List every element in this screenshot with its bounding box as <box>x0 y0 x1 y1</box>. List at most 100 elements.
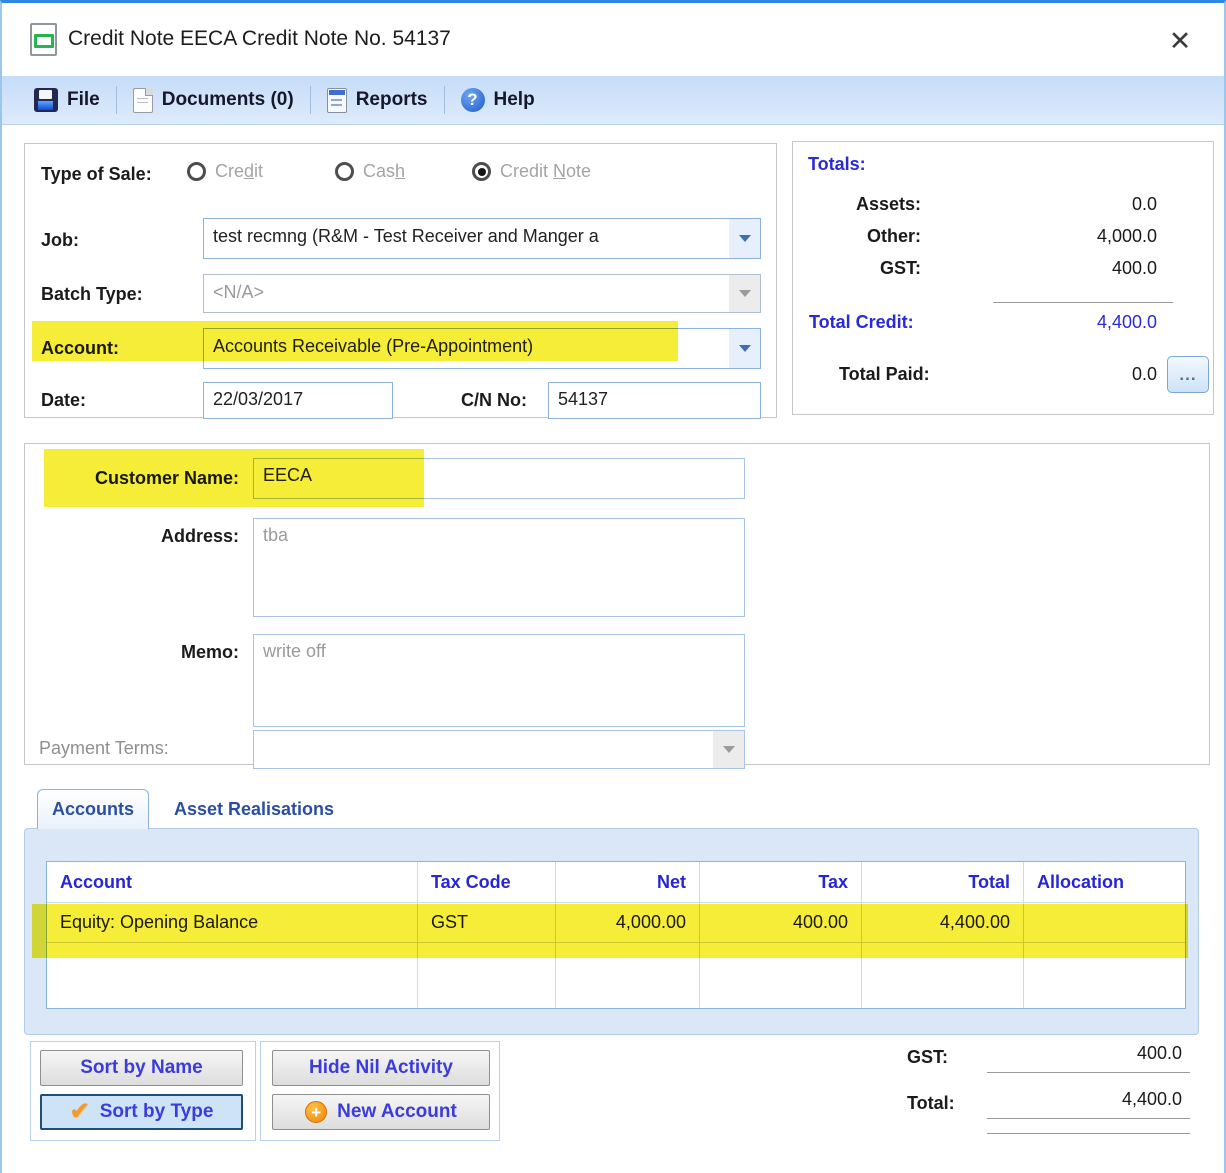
radio-cash[interactable]: Cash <box>335 161 405 182</box>
file-menu[interactable]: File <box>22 88 112 112</box>
memo-field[interactable]: write off <box>253 634 745 727</box>
hide-nil-activity-button[interactable]: Hide Nil Activity <box>272 1050 490 1086</box>
gst-total-label: GST: <box>880 258 921 279</box>
column-header-tax[interactable]: Tax <box>700 862 862 902</box>
documents-menu-label: Documents (0) <box>162 89 294 111</box>
type-of-sale-label: Type of Sale: <box>41 164 152 185</box>
file-menu-label: File <box>67 89 100 111</box>
column-header-account[interactable]: Account <box>47 862 418 902</box>
payment-terms-value <box>254 731 713 768</box>
account-value: Accounts Receivable (Pre-Appointment) <box>204 329 729 368</box>
table-header-row: Account Tax Code Net Tax Total Allocatio… <box>47 862 1185 903</box>
chevron-down-icon[interactable] <box>729 329 760 368</box>
cell-allocation <box>1024 903 1185 942</box>
totals-panel: Totals: Assets: 0.0 Other: 4,000.0 GST: … <box>792 141 1214 415</box>
tab-accounts[interactable]: Accounts <box>37 789 149 829</box>
assets-label: Assets: <box>856 194 921 215</box>
sort-by-name-button[interactable]: Sort by Name <box>40 1050 243 1086</box>
radio-circle-icon <box>187 162 206 181</box>
batch-type-value: <N/A> <box>204 275 729 312</box>
sort-by-type-button[interactable]: ✔ Sort by Type <box>40 1094 243 1130</box>
chevron-down-icon <box>713 731 744 768</box>
plus-icon: + <box>305 1101 327 1123</box>
customer-name-field[interactable]: EECA <box>253 458 745 499</box>
cell-total: 4,400.00 <box>862 903 1024 942</box>
footer-total-double-underline <box>987 1133 1190 1134</box>
customer-panel: Customer Name: EECA Address: tba Memo: w… <box>24 443 1210 765</box>
radio-credit-note[interactable]: Credit Note <box>472 161 591 182</box>
credit-note-document-icon <box>30 23 57 56</box>
footer-gst-label: GST: <box>907 1047 948 1068</box>
job-label: Job: <box>41 230 79 251</box>
cell-net: 4,000.00 <box>556 903 700 942</box>
account-combobox[interactable]: Accounts Receivable (Pre-Appointment) <box>203 328 761 369</box>
footer-gst-value: 400.0 <box>987 1043 1190 1073</box>
table-empty-area <box>47 943 1185 1008</box>
date-field[interactable]: 22/03/2017 <box>203 382 393 419</box>
other-label: Other: <box>867 226 921 247</box>
new-account-button[interactable]: + New Account <box>272 1094 490 1130</box>
cell-tax-code: GST <box>418 903 556 942</box>
credit-note-window: Credit Note EECA Credit Note No. 54137 ✕… <box>0 0 1226 1173</box>
check-icon: ✔ <box>70 1100 90 1124</box>
footer-total-value: 4,400.0 <box>987 1089 1190 1119</box>
total-paid-label: Total Paid: <box>839 364 930 385</box>
toolbar-separator <box>444 86 445 114</box>
tab-asset-realisations[interactable]: Asset Realisations <box>149 789 359 829</box>
cell-tax: 400.00 <box>700 903 862 942</box>
total-paid-value: 0.0 <box>1132 364 1157 385</box>
footer-total-label: Total: <box>907 1093 955 1114</box>
total-credit-value: 4,400.0 <box>1097 312 1157 333</box>
batch-type-combobox: <N/A> <box>203 274 761 313</box>
toolbar-separator <box>116 86 117 114</box>
accounts-tab-panel: Account Tax Code Net Tax Total Allocatio… <box>24 828 1199 1035</box>
title-bar: Credit Note EECA Credit Note No. 54137 ✕ <box>2 3 1224 76</box>
reports-menu[interactable]: Reports <box>315 88 440 113</box>
customer-name-label: Customer Name: <box>95 468 239 489</box>
accounts-table: Account Tax Code Net Tax Total Allocatio… <box>46 861 1186 1009</box>
help-menu-label: Help <box>494 89 535 111</box>
reports-menu-label: Reports <box>356 89 428 111</box>
memo-label: Memo: <box>181 642 239 663</box>
close-icon[interactable]: ✕ <box>1160 21 1200 61</box>
floppy-disk-icon <box>34 88 58 112</box>
column-header-allocation[interactable]: Allocation <box>1024 862 1185 902</box>
radio-circle-selected-icon <box>472 162 491 181</box>
payment-terms-label: Payment Terms: <box>39 738 169 759</box>
address-field[interactable]: tba <box>253 518 745 617</box>
table-row[interactable]: Equity: Opening Balance GST 4,000.00 400… <box>47 903 1185 943</box>
help-icon: ? <box>461 88 485 112</box>
address-label: Address: <box>161 526 239 547</box>
window-title: Credit Note EECA Credit Note No. 54137 <box>68 27 451 51</box>
total-credit-label: Total Credit: <box>809 312 914 333</box>
help-menu[interactable]: ? Help <box>449 88 547 112</box>
chevron-down-icon[interactable] <box>729 219 760 258</box>
gst-total-value: 400.0 <box>1112 258 1157 279</box>
batch-type-label: Batch Type: <box>41 284 143 305</box>
document-icon <box>133 88 153 113</box>
toolbar-separator <box>310 86 311 114</box>
totals-title: Totals: <box>808 154 866 175</box>
other-value: 4,000.0 <box>1097 226 1157 247</box>
assets-value: 0.0 <box>1132 194 1157 215</box>
date-label: Date: <box>41 390 86 411</box>
cell-account: Equity: Opening Balance <box>47 903 418 942</box>
payment-terms-combobox <box>253 730 745 769</box>
total-paid-more-button[interactable]: ... <box>1167 356 1209 393</box>
sale-details-panel: Type of Sale: Credit Cash Credit Note Jo… <box>24 143 777 418</box>
radio-circle-icon <box>335 162 354 181</box>
toolbar: File Documents (0) Reports ? Help <box>2 76 1224 125</box>
documents-menu[interactable]: Documents (0) <box>121 88 306 113</box>
job-combobox[interactable]: test recmng (R&M - Test Receiver and Man… <box>203 218 761 259</box>
radio-credit[interactable]: Credit <box>187 161 263 182</box>
report-icon <box>327 88 347 113</box>
cn-no-label: C/N No: <box>461 390 527 411</box>
cn-no-field[interactable]: 54137 <box>548 382 761 419</box>
column-header-net[interactable]: Net <box>556 862 700 902</box>
column-header-tax-code[interactable]: Tax Code <box>418 862 556 902</box>
column-header-total[interactable]: Total <box>862 862 1024 902</box>
job-value: test recmng (R&M - Test Receiver and Man… <box>204 219 729 258</box>
account-label: Account: <box>41 338 119 359</box>
chevron-down-icon <box>729 275 760 312</box>
totals-divider <box>993 302 1173 303</box>
